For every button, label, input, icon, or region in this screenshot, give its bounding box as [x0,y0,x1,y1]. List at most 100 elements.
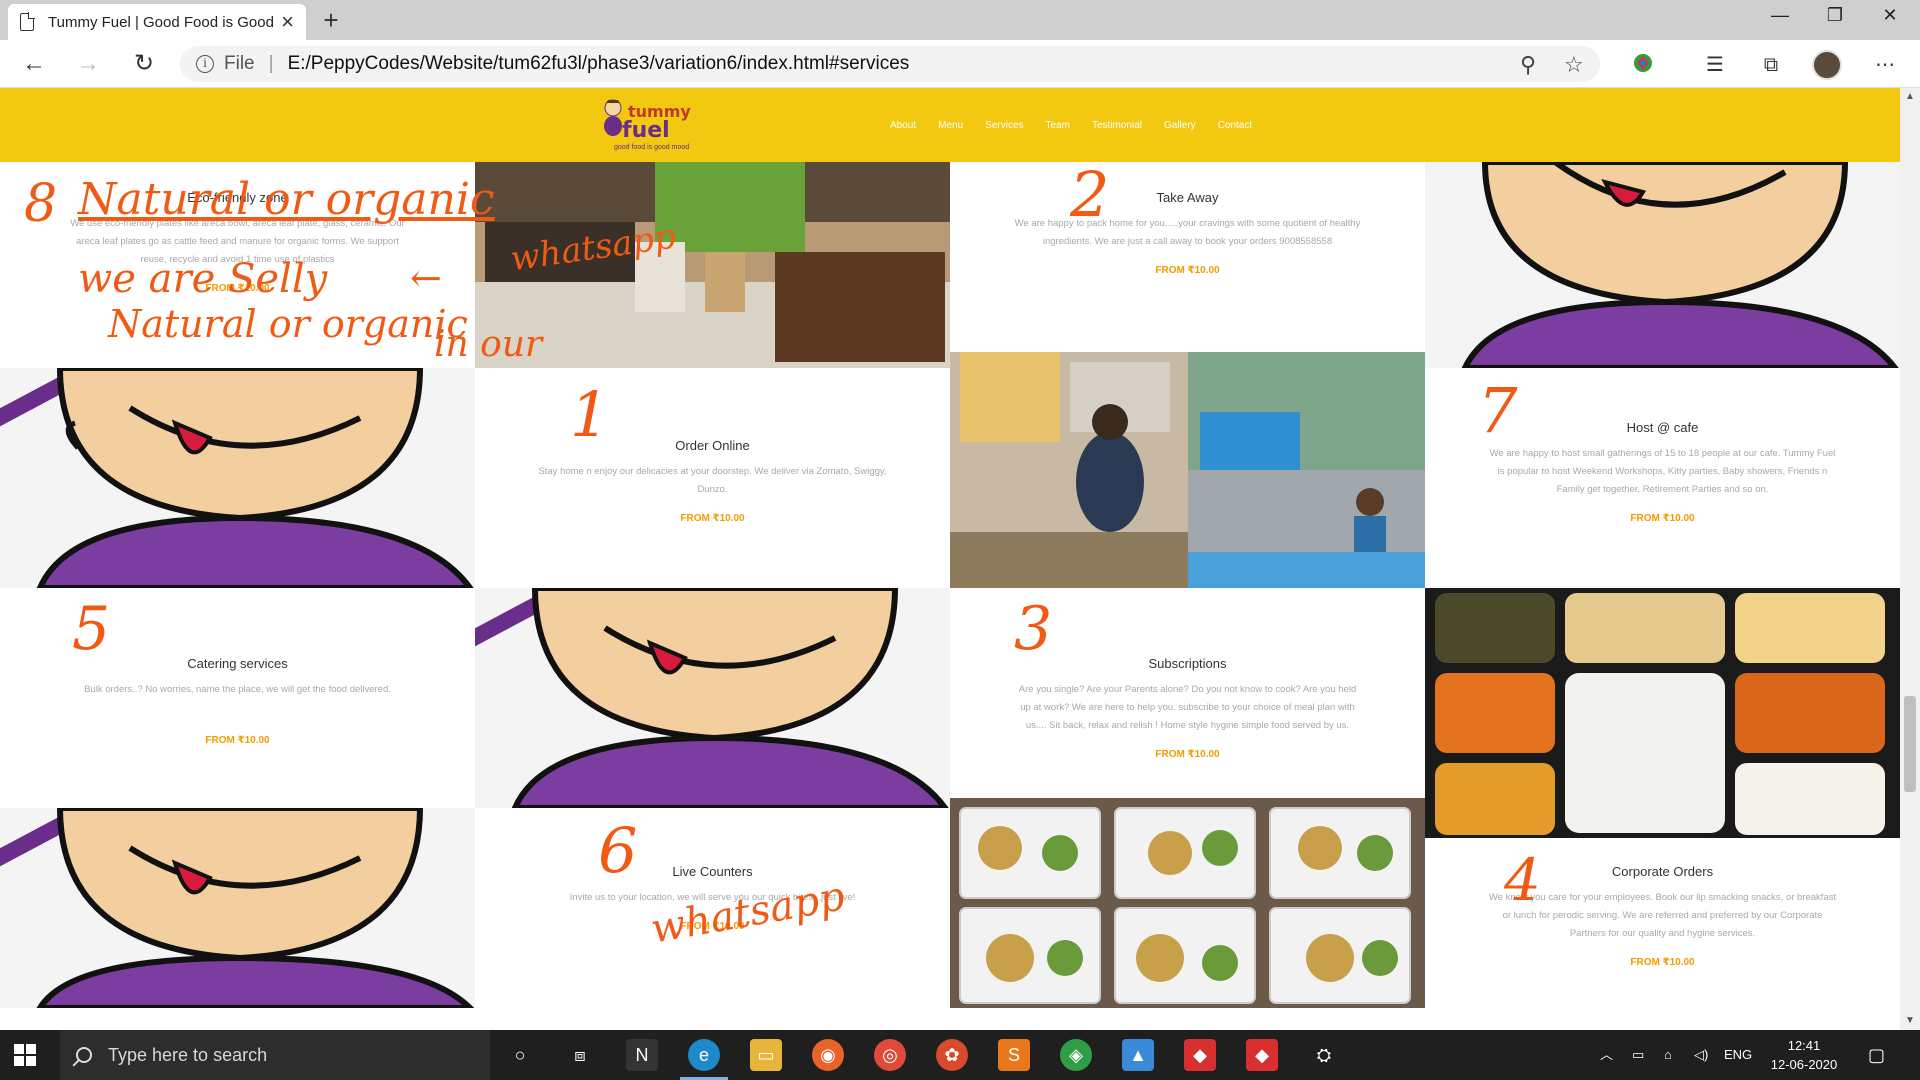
service-description: We know you care for your employees. Boo… [1488,892,1837,939]
photos-icon[interactable]: ▲ [1122,1039,1154,1071]
nav-team[interactable]: Team [1046,120,1070,131]
service-description: Are you single? Are your Parents alone? … [1018,684,1357,731]
edge-browser-icon[interactable]: e [688,1039,720,1071]
anydesk-icon[interactable]: ◆ [1184,1039,1216,1071]
app-icon[interactable]: ✿ [936,1039,968,1071]
new-tab-icon[interactable]: + [316,4,346,36]
collections-icon[interactable]: ⧉ [1758,52,1784,78]
extension-icon[interactable] [1630,52,1656,78]
service-price: FROM ₹10.00 [1630,957,1695,968]
mascot-image [1425,162,1900,368]
system-clock[interactable]: 12:41 12-06-2020 [1764,1036,1844,1074]
url-field[interactable]: i File | E:/PeppyCodes/Website/tum62fu3l… [180,46,1600,82]
service-card-order-online: Order Online Stay home n enjoy our delic… [475,368,950,588]
favorites-icon[interactable]: ☰ [1702,52,1728,78]
service-description: Bulk orders..? No worries, name the plac… [84,684,391,695]
windows-taskbar: Type here to search ○ ⧈ N e ▭ ◉ ◎ ✿ S ◈ … [0,1030,1920,1080]
taskbar-search[interactable]: Type here to search [60,1030,490,1080]
service-title: Order Online [675,438,750,453]
more-options-icon[interactable]: ⋯ [1872,52,1898,78]
xbox-icon[interactable]: ⛭ [1308,1039,1340,1071]
windows-start-icon[interactable] [14,1044,36,1066]
browser-tab[interactable]: Tummy Fuel | Good Food is Good Mood × [8,4,306,40]
refresh-icon[interactable]: ↻ [128,48,160,80]
close-tab-icon[interactable]: × [281,11,294,33]
back-icon[interactable]: ← [18,48,50,80]
browser-tab-bar: Tummy Fuel | Good Food is Good Mood × + … [0,0,1920,40]
logo-word-fuel: fuel [622,118,670,143]
event-collage-photo [950,352,1425,588]
search-icon [76,1047,92,1063]
service-description: We are happy to pack home for you.....yo… [1014,218,1361,247]
service-card-live-counters: Live Counters Invite us to your location… [475,808,950,1008]
nav-menu[interactable]: Menu [938,120,963,131]
web-page: tummy fuel good food is good mood About … [0,88,1900,1030]
clock-time: 12:41 [1787,1038,1821,1053]
service-card-subscriptions: Subscriptions Are you single? Are your P… [950,588,1425,798]
mascot-image [475,588,950,808]
logo-tagline: good food is good mood [614,144,690,151]
notifications-icon[interactable]: ▢ [1868,1030,1885,1080]
site-header: tummy fuel good food is good mood About … [0,88,1900,162]
service-card-corporate: Corporate Orders We know you care for yo… [1425,838,1900,1008]
service-title: Live Counters [672,864,753,879]
clock-date: 12-06-2020 [1770,1057,1838,1072]
site-logo[interactable]: tummy fuel good food is good mood [598,92,698,158]
language-indicator[interactable]: ENG [1724,1030,1752,1080]
scroll-up-icon[interactable]: ▲ [1900,88,1920,106]
close-window-icon[interactable]: ✕ [1860,0,1920,30]
zoom-icon[interactable]: ⚲ [1520,52,1536,78]
firefox-icon[interactable]: ◉ [812,1039,844,1071]
service-price: FROM ₹10.00 [680,513,745,524]
service-description: We use eco-friendly plates like areca bo… [70,218,405,265]
service-price: FROM ₹10.00 [1630,513,1695,524]
cafe-interior-photo [475,162,950,368]
minimize-icon[interactable]: — [1750,0,1810,30]
service-title: Subscriptions [1148,656,1227,671]
nav-gallery[interactable]: Gallery [1164,120,1196,131]
mascot-image [0,808,475,1008]
file-explorer-icon[interactable]: ▭ [750,1039,782,1071]
nav-services[interactable]: Services [985,120,1023,131]
forward-icon[interactable]: → [72,48,104,80]
favorite-star-icon[interactable]: ☆ [1564,52,1584,78]
service-card-take-away: Take Away We are happy to pack home for … [950,162,1425,352]
thali-photo [1425,588,1900,838]
info-icon[interactable]: i [196,55,214,73]
nav-testimonial[interactable]: Testimonial [1092,120,1142,131]
notion-icon[interactable]: N [626,1039,658,1071]
nav-about[interactable]: About [890,120,916,131]
service-price: FROM ₹10.00 [1155,749,1220,760]
scroll-down-icon[interactable]: ▼ [1900,1012,1920,1030]
cortana-icon[interactable]: ○ [504,1039,536,1071]
main-nav: About Menu Services Team Testimonial Gal… [890,88,1274,162]
anydesk-icon-2[interactable]: ◆ [1246,1039,1278,1071]
page-scrollbar[interactable]: ▲ ▼ [1900,88,1920,1030]
task-view-icon[interactable]: ⧈ [564,1039,596,1071]
nav-contact[interactable]: Contact [1218,120,1252,131]
scroll-thumb[interactable] [1904,696,1916,792]
mascot-icon [604,99,622,136]
network-icon[interactable]: ⌂ [1664,1030,1672,1080]
service-description: We are happy to host small gatherings of… [1489,448,1836,495]
service-title: Eco-friendly zone [187,190,288,205]
service-price: FROM ₹10.00 [205,283,270,294]
battery-icon[interactable]: ▭ [1632,1030,1644,1080]
service-card-host: Host @ cafe We are happy to host small g… [1425,368,1900,588]
service-description: Stay home n enjoy our delicacies at your… [538,466,887,495]
service-card-eco: Eco-friendly zone We use eco-friendly pl… [0,162,475,368]
sublime-text-icon[interactable]: S [998,1039,1030,1071]
chrome-icon[interactable]: ◎ [874,1039,906,1071]
service-price: FROM ₹10.00 [680,921,745,932]
search-placeholder: Type here to search [108,1044,268,1065]
show-hidden-icons[interactable]: ︿ [1600,1030,1613,1080]
service-card-catering: Catering services Bulk orders..? No worr… [0,588,475,808]
service-description: Invite us to your location, we will serv… [569,892,856,903]
chromium-icon[interactable]: ◈ [1060,1039,1092,1071]
page-icon [20,12,35,31]
url-text: E:/PeppyCodes/Website/tum62fu3l/phase3/v… [287,53,910,74]
profile-avatar[interactable] [1812,50,1842,80]
restore-icon[interactable]: ❐ [1805,0,1865,30]
volume-icon[interactable]: ◁) [1694,1030,1708,1080]
service-price: FROM ₹10.00 [205,735,270,746]
